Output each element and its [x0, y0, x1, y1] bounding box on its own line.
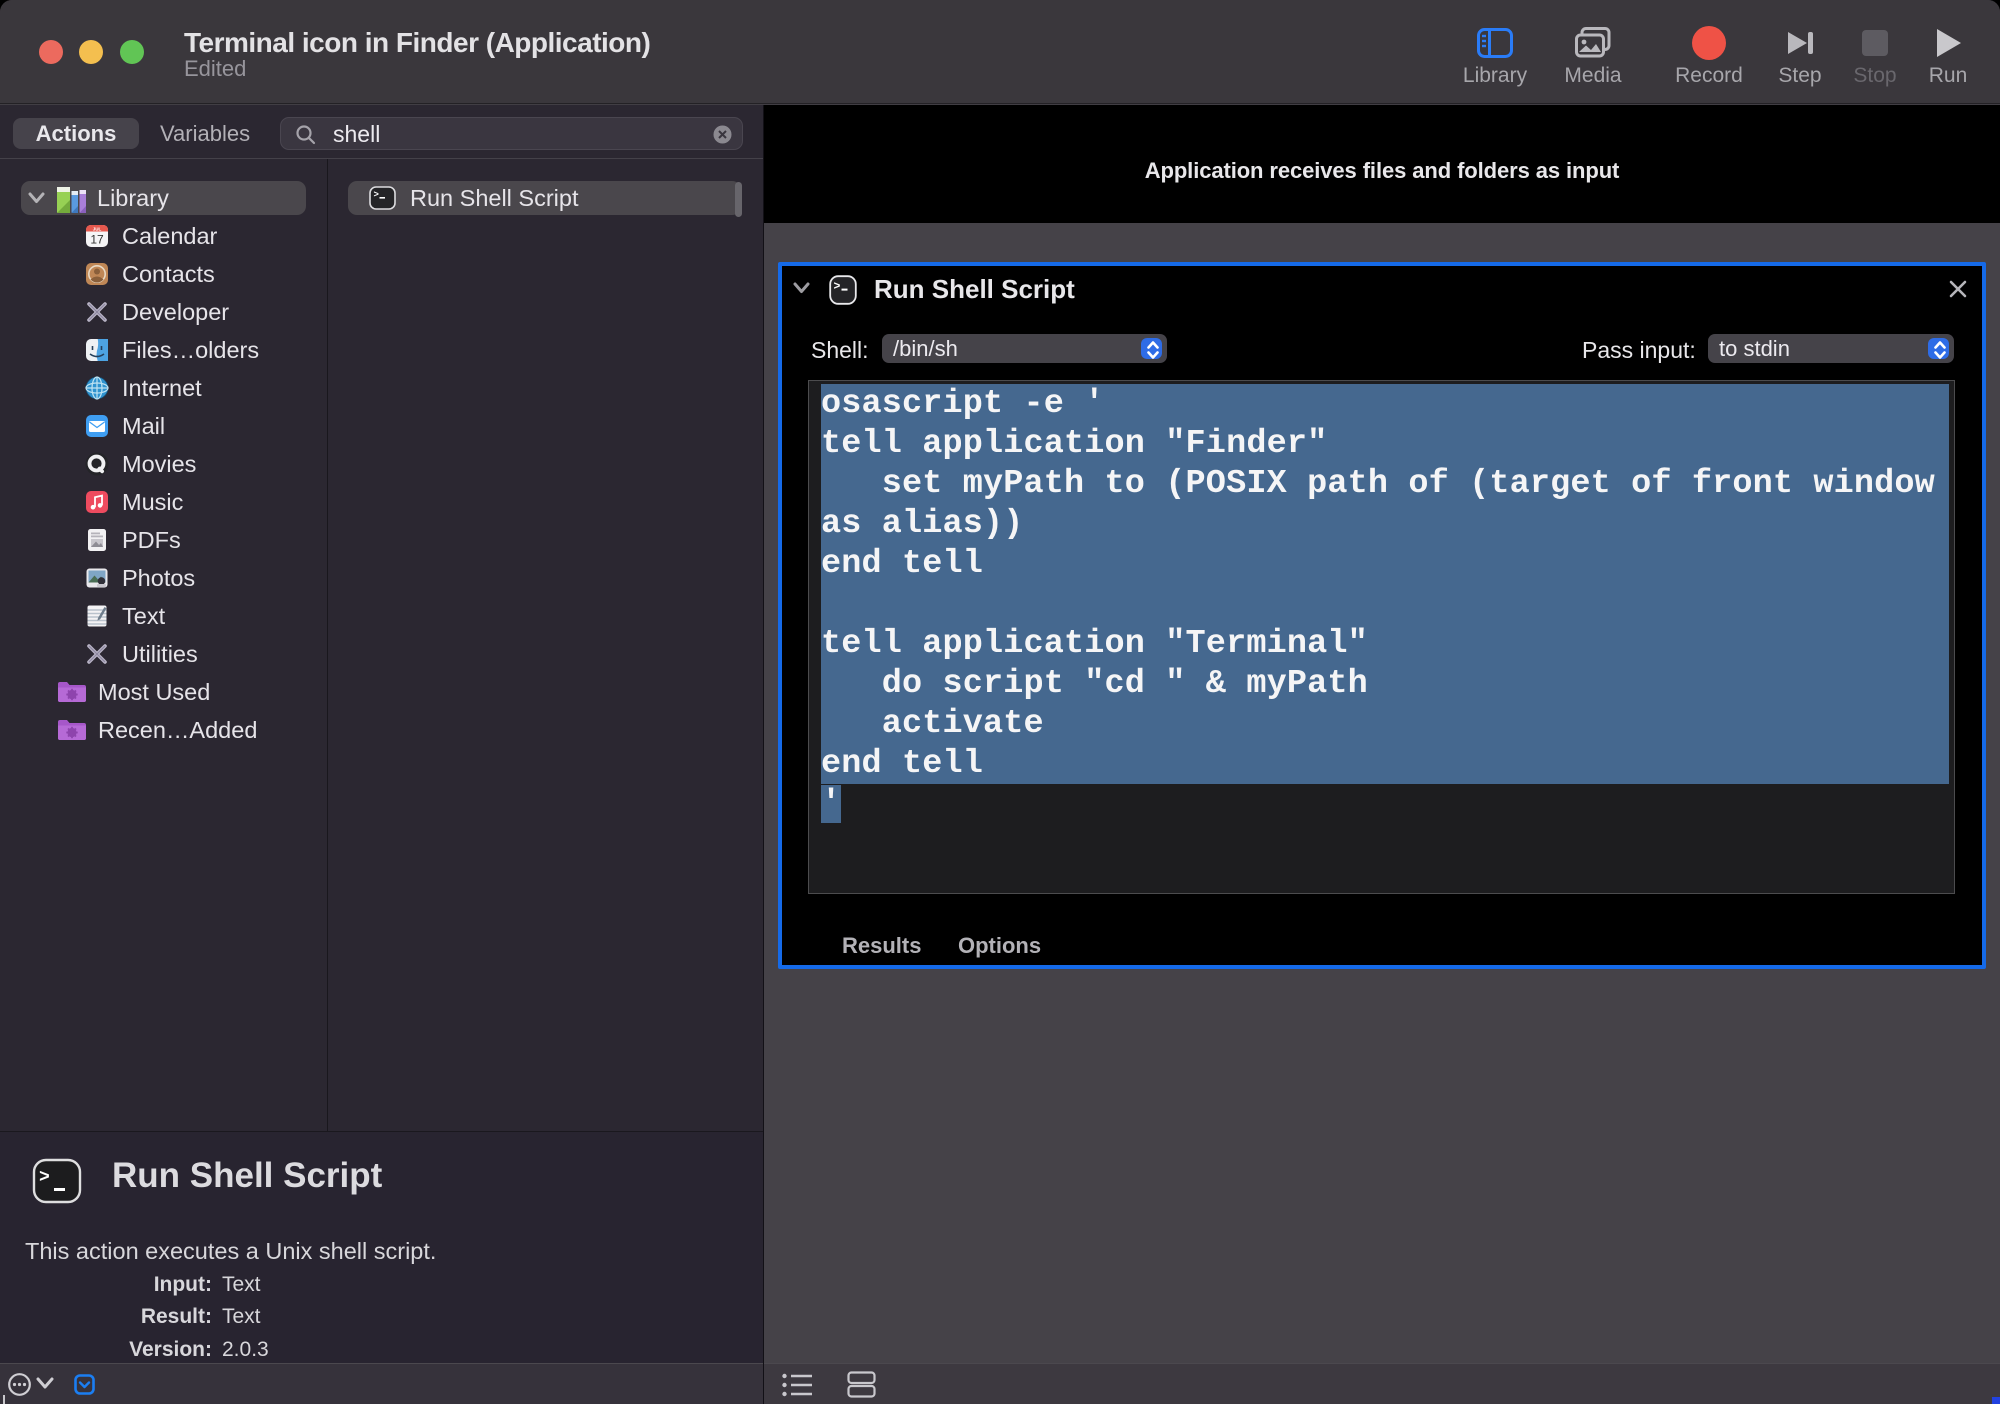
- svg-text:JUL: JUL: [93, 226, 102, 231]
- svg-text:>: >: [834, 281, 841, 294]
- svg-text:>: >: [374, 190, 379, 200]
- svg-text:>: >: [39, 1168, 50, 1188]
- svg-text:17: 17: [90, 233, 104, 247]
